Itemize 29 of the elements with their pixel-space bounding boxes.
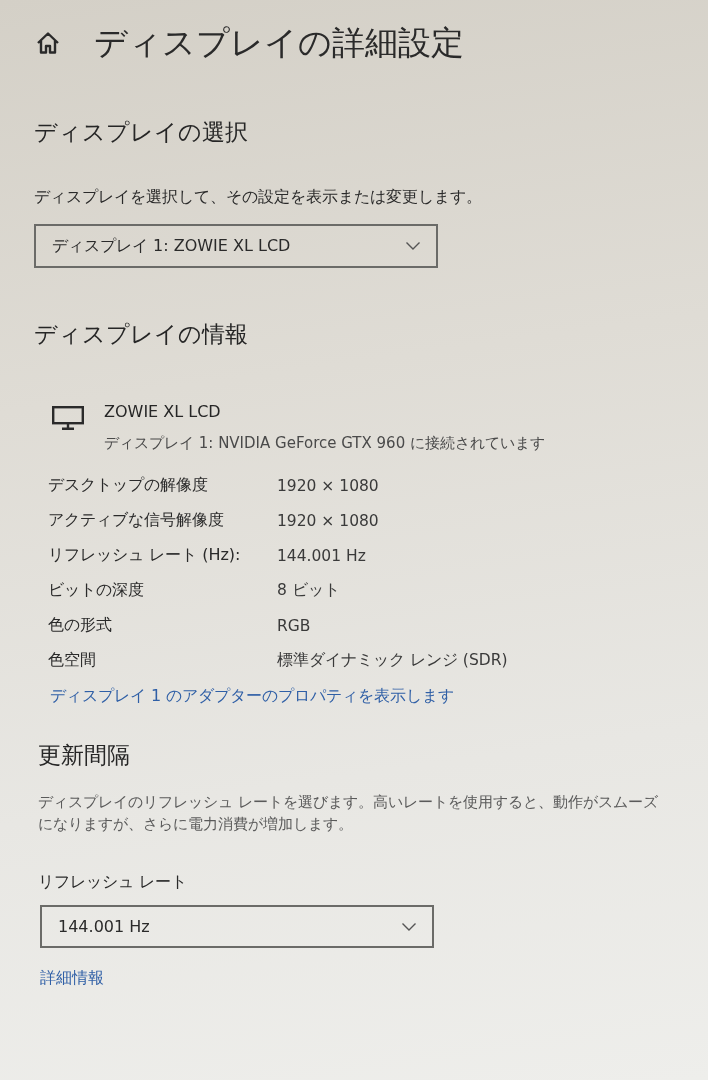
more-info-link[interactable]: 詳細情報 <box>40 960 104 995</box>
info-value: 標準ダイナミック レンジ (SDR) <box>277 650 508 671</box>
section-heading: ディスプレイの情報 <box>34 320 248 349</box>
info-label: デスクトップの解像度 <box>48 475 208 496</box>
info-value: RGB <box>277 616 311 635</box>
section-heading: ディスプレイの選択 <box>34 118 248 147</box>
section-heading: 更新間隔 <box>38 741 130 770</box>
info-label: 色の形式 <box>48 615 112 636</box>
page-title: ディスプレイの詳細設定 <box>94 22 464 64</box>
display-dropdown[interactable]: ディスプレイ 1: ZOWIE XL LCD <box>34 224 438 268</box>
info-label: 色空間 <box>48 650 96 671</box>
chevron-down-icon <box>406 242 420 250</box>
info-label: ビットの深度 <box>48 580 144 601</box>
monitor-icon <box>52 406 84 430</box>
info-value: 8 ビット <box>277 580 340 601</box>
info-value: 1920 × 1080 <box>277 511 379 530</box>
refresh-rate-dropdown[interactable]: 144.001 Hz <box>40 905 434 948</box>
info-label: アクティブな信号解像度 <box>48 510 224 531</box>
monitor-name: ZOWIE XL LCD <box>104 401 222 423</box>
section-description: ディスプレイのリフレッシュ レートを選びます。高いレートを使用すると、動作がスムーズになりますが、さらに電力消費が増加します。 <box>38 792 659 835</box>
section-description: ディスプレイを選択して、その設定を表示または変更します。 <box>34 187 483 208</box>
chevron-down-icon <box>402 922 416 931</box>
info-value: 144.001 Hz <box>277 546 366 565</box>
adapter-properties-link[interactable]: ディスプレイ 1 のアダプターのプロパティを表示します <box>50 678 455 713</box>
field-label: リフレッシュ レート <box>38 871 188 893</box>
info-label: リフレッシュ レート (Hz): <box>48 545 241 566</box>
home-icon[interactable] <box>36 31 60 55</box>
info-value: 1920 × 1080 <box>277 476 379 495</box>
monitor-connection: ディスプレイ 1: NVIDIA GeForce GTX 960 に接続されています <box>104 433 545 454</box>
